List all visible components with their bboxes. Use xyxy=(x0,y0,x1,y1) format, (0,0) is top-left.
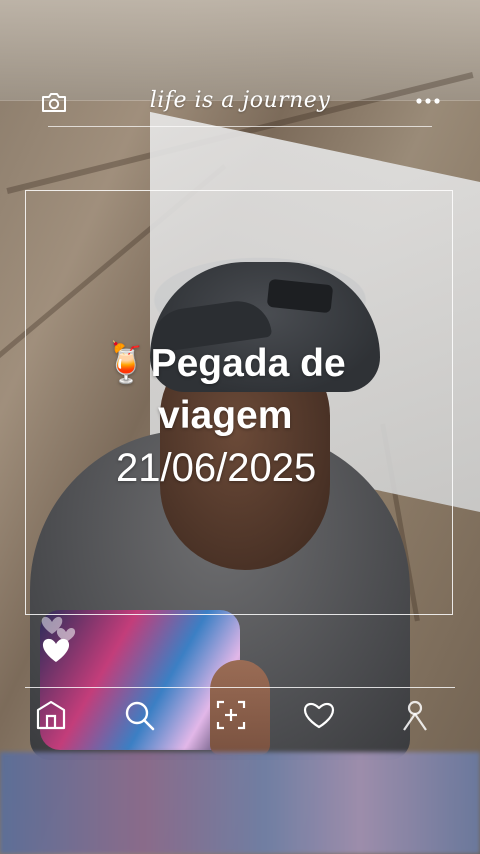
more-dots-icon[interactable] xyxy=(414,94,442,108)
caption-title-2: viagem xyxy=(158,394,293,437)
caption-date: 21/06/2025 xyxy=(116,446,317,490)
home-icon[interactable] xyxy=(34,698,68,732)
caption: 🍹Pegada de viagem 21/06/2025 xyxy=(102,338,432,494)
add-post-icon[interactable] xyxy=(214,698,248,732)
caption-line-1: 🍹Pegada de xyxy=(102,338,432,390)
nav-divider xyxy=(25,687,455,688)
heart-icon[interactable] xyxy=(302,698,336,732)
caption-title-1: Pegada de xyxy=(150,342,346,385)
likes-hearts-icon[interactable] xyxy=(40,608,84,668)
header: life is a journey xyxy=(0,82,480,122)
header-divider xyxy=(48,126,432,127)
search-icon[interactable] xyxy=(122,698,156,732)
profile-icon[interactable] xyxy=(398,698,432,732)
cocktail-emoji: 🍹 xyxy=(102,342,151,385)
bottom-blur xyxy=(0,752,480,854)
bottom-nav xyxy=(0,694,480,738)
header-title: life is a journey xyxy=(149,88,331,113)
